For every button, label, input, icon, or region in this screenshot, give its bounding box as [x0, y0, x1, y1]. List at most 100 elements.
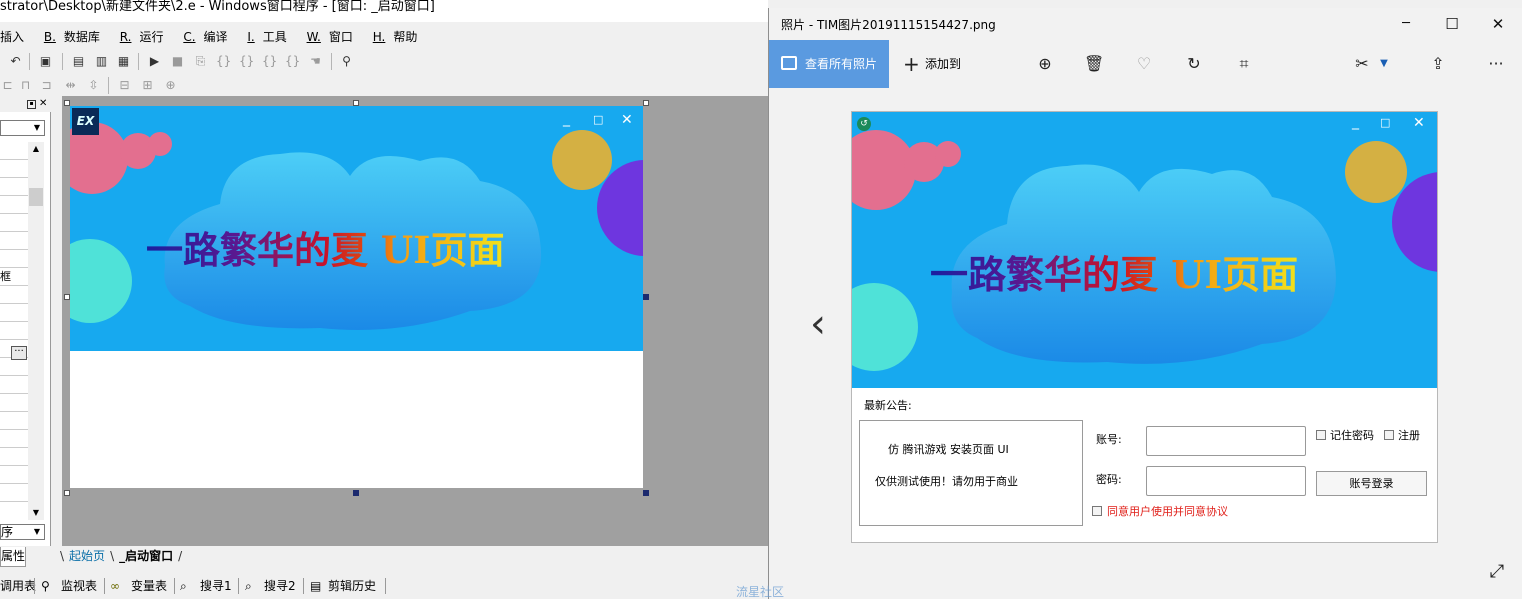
- menu-database[interactable]: B. 数据库: [44, 28, 108, 45]
- rotate-icon[interactable]: ↻: [1184, 54, 1204, 74]
- scroll-thumb[interactable]: [29, 188, 43, 206]
- resize-handle[interactable]: [64, 490, 70, 496]
- login-button: 账号登录: [1316, 471, 1427, 496]
- hand-icon[interactable]: ☚: [308, 54, 323, 69]
- property-row[interactable]: [0, 430, 28, 448]
- minimize-icon[interactable]: _: [563, 112, 570, 126]
- tab-watch[interactable]: 监视表: [61, 579, 97, 593]
- property-row[interactable]: [0, 466, 28, 484]
- chevron-down-icon[interactable]: ▼: [1374, 54, 1394, 74]
- step-over-icon[interactable]: {}: [216, 54, 231, 69]
- property-row[interactable]: [0, 376, 28, 394]
- layout-panes-icon[interactable]: ▦: [116, 54, 131, 69]
- property-row[interactable]: 框: [0, 268, 28, 286]
- resize-handle[interactable]: [643, 294, 649, 300]
- delete-icon[interactable]: 🗑: [1084, 54, 1104, 74]
- stop-icon[interactable]: ■: [170, 54, 185, 69]
- center-both-icon[interactable]: ⊕: [163, 78, 178, 93]
- run-icon[interactable]: ▶: [147, 54, 162, 69]
- tab-startup-window[interactable]: _启动窗口: [114, 547, 178, 565]
- close-icon[interactable]: ✕: [621, 113, 633, 127]
- component-selector[interactable]: ▼: [0, 120, 45, 136]
- fullscreen-expand-icon[interactable]: ⤢: [1485, 560, 1509, 584]
- add-to-button[interactable]: + 添加到: [899, 40, 961, 88]
- property-row[interactable]: [0, 250, 28, 268]
- edit-tools-icon[interactable]: ✂: [1352, 54, 1372, 74]
- tab-variables[interactable]: 变量表: [131, 579, 167, 593]
- find-binoculars-icon[interactable]: ⚲: [339, 54, 354, 69]
- property-sort-selector[interactable]: 序 ▼: [0, 524, 45, 540]
- step-out-icon[interactable]: {}: [262, 54, 277, 69]
- resize-handle[interactable]: [353, 490, 359, 496]
- pin-icon[interactable]: ▪: [27, 100, 36, 109]
- toolbar-separator: [62, 53, 63, 70]
- property-row[interactable]: [0, 484, 28, 502]
- space-vertical-icon[interactable]: ⇳: [86, 78, 101, 93]
- tab-search-2[interactable]: 搜寻2: [264, 579, 296, 593]
- run-to-cursor-icon[interactable]: {}: [285, 54, 300, 69]
- menu-compile[interactable]: C. 编译: [183, 28, 235, 45]
- form-designer[interactable]: 一路繁华的夏 UI页面 EX _ □ ✕: [62, 96, 768, 546]
- step-into-icon[interactable]: {}: [239, 54, 254, 69]
- property-row[interactable]: [0, 322, 28, 340]
- menu-insert[interactable]: 插入: [0, 28, 32, 45]
- share-icon[interactable]: ⇪: [1428, 54, 1448, 74]
- designer-form-window[interactable]: 一路繁华的夏 UI页面 EX _ □ ✕: [70, 106, 643, 488]
- crop-icon[interactable]: ⌗: [1234, 54, 1254, 74]
- property-row[interactable]: [0, 286, 28, 304]
- property-grid[interactable]: 框: [0, 142, 28, 520]
- step-icon[interactable]: ⎘: [193, 54, 208, 69]
- tab-properties[interactable]: 属性: [0, 547, 26, 567]
- menu-window[interactable]: W. 窗口: [307, 28, 361, 45]
- property-row[interactable]: [0, 304, 28, 322]
- center-horizontal-icon[interactable]: ⊟: [117, 78, 132, 93]
- property-row[interactable]: [0, 448, 28, 466]
- maximize-icon[interactable]: □: [593, 113, 603, 127]
- resize-handle[interactable]: [643, 100, 649, 106]
- resize-handle[interactable]: [64, 294, 70, 300]
- property-scrollbar[interactable]: ▲ ▼: [28, 142, 44, 520]
- tab-search-1[interactable]: 搜寻1: [200, 579, 232, 593]
- maximize-button[interactable]: ☐: [1429, 13, 1475, 35]
- center-vertical-icon[interactable]: ⊞: [140, 78, 155, 93]
- more-icon[interactable]: ···: [1486, 54, 1506, 74]
- scroll-up-icon[interactable]: ▲: [28, 142, 44, 156]
- tab-call-stack[interactable]: 调用表: [0, 579, 36, 593]
- previous-image-button[interactable]: ‹: [805, 304, 831, 348]
- zoom-in-icon[interactable]: ⊕: [1035, 54, 1055, 74]
- close-button[interactable]: ✕: [1475, 13, 1521, 35]
- property-row[interactable]: [0, 160, 28, 178]
- menu-run[interactable]: R. 运行: [120, 28, 172, 45]
- resize-handle[interactable]: [64, 100, 70, 106]
- menu-help[interactable]: H. 帮助: [373, 28, 426, 45]
- layout-rows-icon[interactable]: ▥: [94, 54, 109, 69]
- space-horizontal-icon[interactable]: ⇹: [63, 78, 78, 93]
- align-left-icon[interactable]: ⊏: [0, 78, 15, 93]
- preview-icon[interactable]: ▣: [38, 54, 53, 69]
- property-row[interactable]: [0, 412, 28, 430]
- minimize-button[interactable]: ─: [1383, 13, 1429, 35]
- tab-clip-history[interactable]: 剪辑历史: [328, 579, 376, 593]
- view-all-photos-button[interactable]: 查看所有照片: [769, 40, 889, 88]
- property-row[interactable]: [0, 232, 28, 250]
- property-ellipsis-button[interactable]: ···: [11, 346, 27, 360]
- align-top-icon[interactable]: ⊓: [18, 78, 33, 93]
- tab-start-page[interactable]: 起始页: [64, 547, 110, 565]
- property-row[interactable]: [0, 196, 28, 214]
- property-row[interactable]: [0, 214, 28, 232]
- property-row[interactable]: [0, 394, 28, 412]
- align-right-icon[interactable]: ⊐: [39, 78, 54, 93]
- resize-handle[interactable]: [353, 100, 359, 106]
- scroll-down-icon[interactable]: ▼: [28, 506, 44, 520]
- minimize-icon: _: [1352, 114, 1359, 130]
- property-row[interactable]: [0, 178, 28, 196]
- layout-columns-icon[interactable]: ▤: [71, 54, 86, 69]
- property-row[interactable]: [0, 142, 28, 160]
- property-panel-header: ▪ ✕: [0, 98, 51, 112]
- close-icon[interactable]: ✕: [39, 99, 47, 109]
- undo-icon[interactable]: ↶: [8, 54, 23, 69]
- menu-tools[interactable]: I. 工具: [247, 28, 294, 45]
- property-row[interactable]: [0, 358, 28, 376]
- favorite-heart-icon[interactable]: ♡: [1134, 54, 1154, 74]
- resize-handle[interactable]: [643, 490, 649, 496]
